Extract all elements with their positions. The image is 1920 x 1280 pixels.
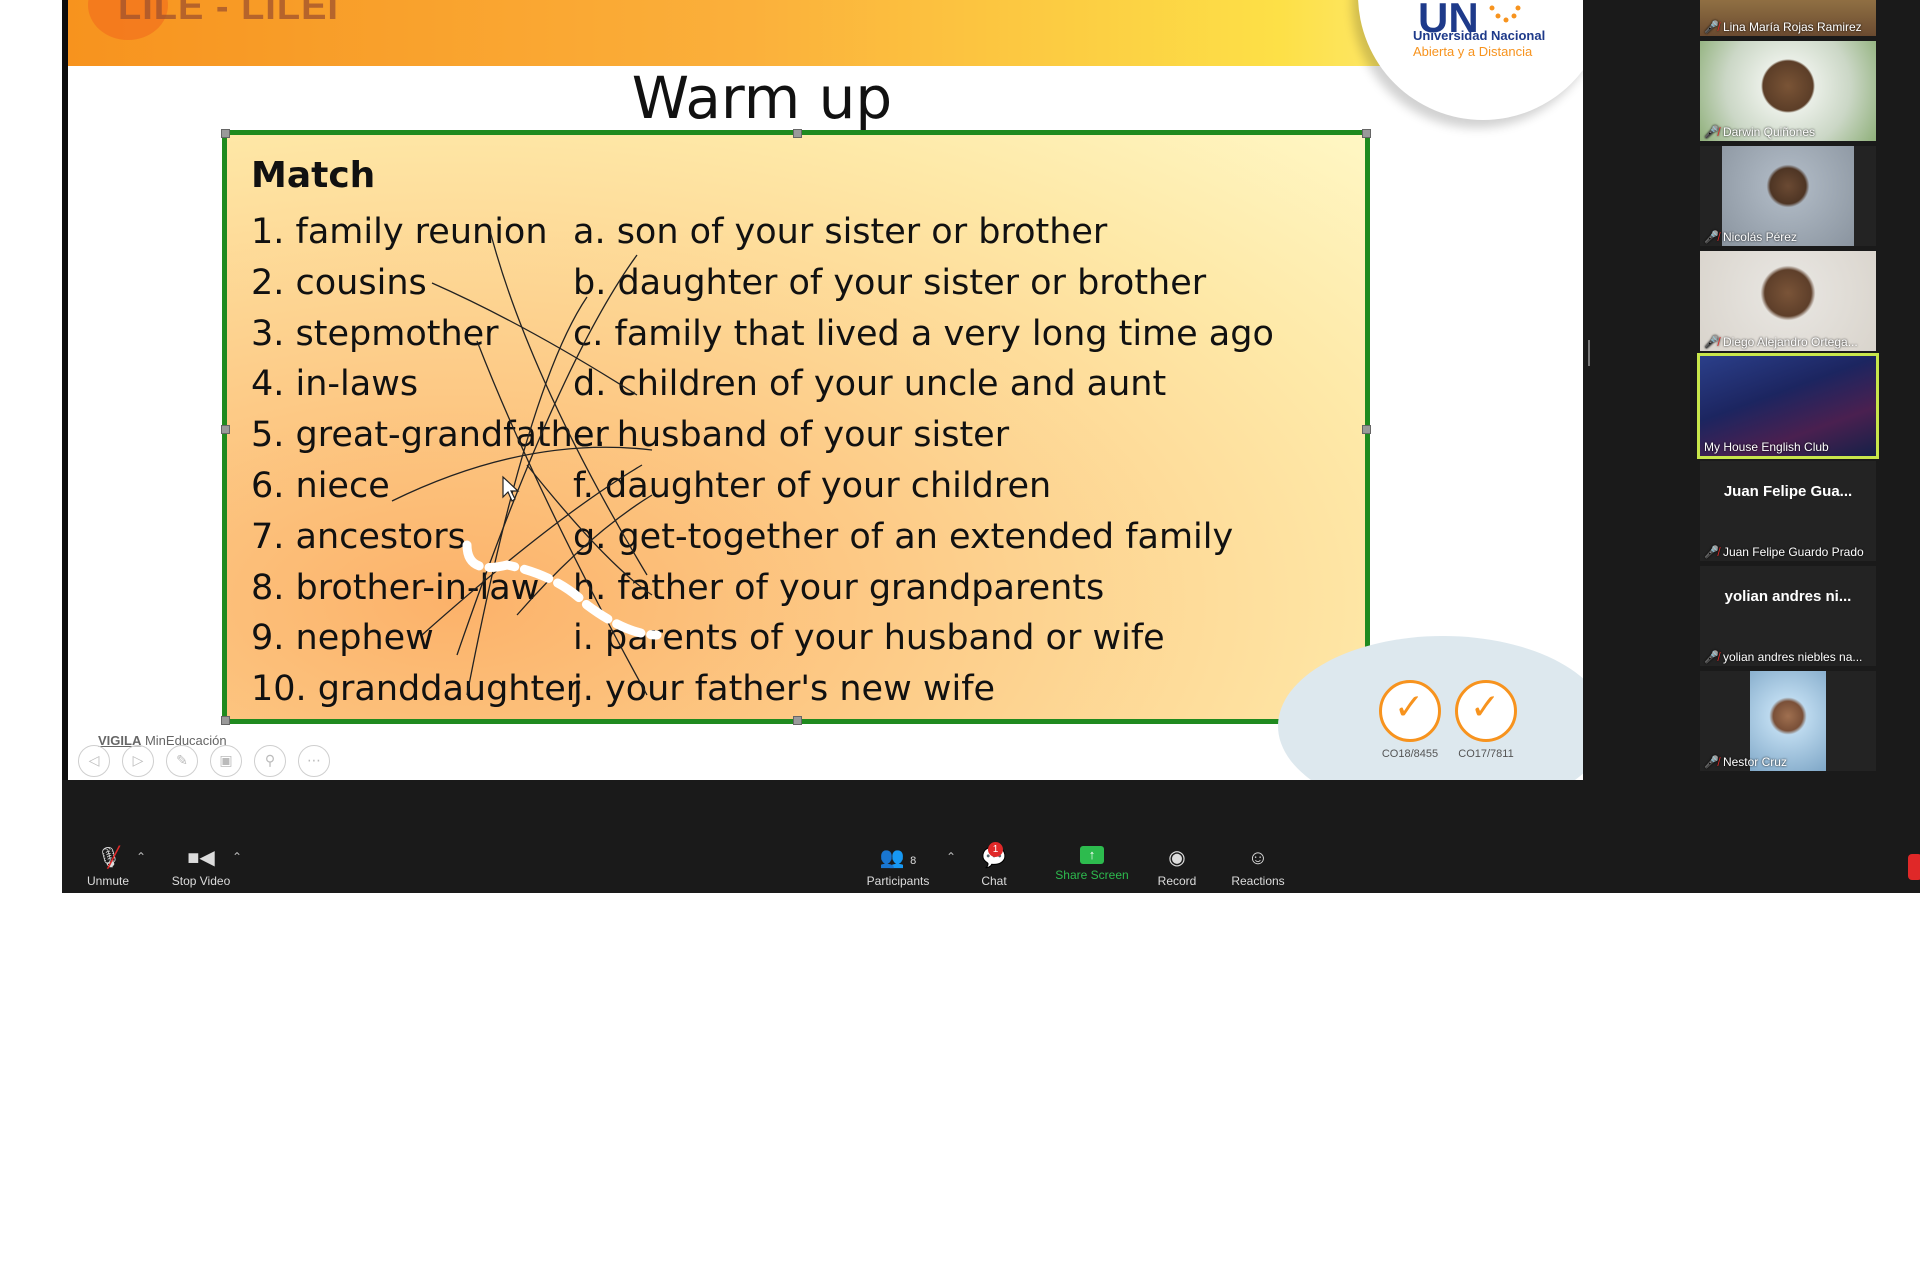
certification-seal-icon: [1455, 680, 1517, 742]
participant-tile[interactable]: 🎤̸ Lina María Rojas Ramirez: [1700, 0, 1876, 36]
active-speaker-tile[interactable]: My House English Club: [1697, 353, 1879, 459]
term-item: 1. family reunion: [251, 212, 548, 252]
definition-item: b. daughter of your sister or brother: [573, 262, 1207, 303]
participant-tile[interactable]: 🎤̸ Darwin Quiñones: [1700, 41, 1876, 141]
smiley-plus-icon: ☺: [1247, 847, 1269, 869]
shared-slide: LILE - LILEI UN Universidad Nacional Abi…: [68, 0, 1583, 780]
term-item: 9. nephew: [251, 618, 434, 659]
match-exercise-box[interactable]: Match 1. family reunion 2. cousins 3. st…: [221, 129, 1371, 725]
participants-count: 8: [910, 855, 917, 867]
record-button[interactable]: ◉ Record: [1154, 846, 1200, 888]
participants-options-caret[interactable]: ⌃: [946, 850, 956, 864]
microphone-muted-icon: 🎤̸: [1704, 20, 1719, 34]
terms-column: 1. family reunion 2. cousins 3. stepmoth…: [251, 207, 609, 715]
university-sun-icon: [1489, 5, 1521, 23]
participant-name: My House English Club: [1704, 440, 1829, 454]
meeting-toolbar: 🎙╱ Unmute ⌃ ■◀ Stop Video ⌃ 👥 8 Particip…: [62, 812, 1920, 893]
participants-button[interactable]: 👥 8 Participants: [862, 846, 934, 888]
university-name: Universidad Nacional: [1413, 28, 1546, 43]
participant-tile[interactable]: yolian andres ni... 🎤̸ yolian andres nieb…: [1700, 566, 1876, 666]
microphone-muted-icon: 🎤̸: [1704, 650, 1719, 664]
definition-item: f. daughter of your children: [573, 465, 1052, 506]
term-item: 4. in-laws: [251, 364, 419, 405]
definitions-column: a. son of your sister or brother b. daug…: [573, 207, 1274, 715]
definition-item: g. get-together of an extended family: [573, 516, 1234, 557]
microphone-muted-icon: 🎤̸: [1704, 545, 1719, 559]
panel-divider[interactable]: [1588, 340, 1590, 366]
participant-display-name: yolian andres ni...: [1724, 588, 1852, 605]
participant-name: Lina María Rojas Ramirez: [1722, 20, 1862, 34]
microphone-muted-icon: 🎤̸: [1704, 335, 1719, 349]
microphone-muted-icon: 🎤̸: [1704, 125, 1719, 139]
next-slide-icon[interactable]: ▷: [122, 745, 154, 777]
banner-title: LILE - LILEI: [118, 0, 339, 28]
term-item: 6. niece: [251, 465, 390, 506]
chat-unread-badge: 1: [988, 842, 1003, 857]
video-options-caret[interactable]: ⌃: [232, 850, 242, 864]
microphone-muted-icon: 🎤̸: [1704, 755, 1719, 769]
share-screen-button[interactable]: ↑ Share Screen: [1054, 846, 1130, 882]
definition-item: e. husband of your sister: [573, 415, 1010, 456]
participant-name: Nestor Cruz: [1722, 755, 1787, 769]
participant-tile[interactable]: 🎤̸ Nicolás Pérez: [1700, 146, 1876, 246]
resize-handle[interactable]: [1362, 425, 1371, 434]
definition-item: d. children of your uncle and aunt: [573, 364, 1167, 405]
resize-handle[interactable]: [221, 129, 230, 138]
participants-icon: 👥: [879, 847, 905, 869]
participant-name: Juan Felipe Guardo Prado: [1722, 545, 1864, 559]
end-meeting-button[interactable]: [1908, 854, 1920, 880]
reactions-button[interactable]: ☺ Reactions: [1228, 846, 1288, 888]
slide-controls: ◁ ▷ ✎ ▣ ⚲ ⋯: [78, 745, 330, 777]
definition-item: i. parents of your husband or wife: [573, 618, 1165, 659]
more-options-icon[interactable]: ⋯: [298, 745, 330, 777]
pen-icon[interactable]: ✎: [166, 745, 198, 777]
certification-seal-icon: [1379, 680, 1441, 742]
resize-handle[interactable]: [793, 129, 802, 138]
participant-name: Diego Alejandro Ortega...: [1722, 335, 1858, 349]
definition-item: c. family that lived a very long time ag…: [573, 313, 1274, 354]
term-item: 10. granddaughter: [251, 669, 581, 710]
participant-tile[interactable]: 🎤̸ Nestor Cruz: [1700, 671, 1876, 771]
video-camera-icon: ■◀: [187, 847, 215, 869]
definition-item: h. father of your grandparents: [573, 567, 1105, 608]
slides-grid-icon[interactable]: ▣: [210, 745, 242, 777]
term-item: 2. cousins: [251, 262, 427, 303]
resize-handle[interactable]: [221, 716, 230, 725]
participant-name: yolian andres niebles na...: [1722, 650, 1863, 664]
unmute-button[interactable]: 🎙╱ Unmute: [80, 846, 136, 888]
zoom-magnifier-icon[interactable]: ⚲: [254, 745, 286, 777]
sgs-certification-2: CO17/7811: [1454, 680, 1518, 760]
participant-tile[interactable]: 🎤̸ Diego Alejandro Ortega...: [1700, 251, 1876, 351]
microphone-muted-icon: 🎤̸: [1704, 230, 1719, 244]
previous-slide-icon[interactable]: ◁: [78, 745, 110, 777]
participant-name: Nicolás Pérez: [1722, 230, 1797, 244]
participant-tile[interactable]: Juan Felipe Gua... 🎤̸ Juan Felipe Guardo …: [1700, 461, 1876, 561]
term-item: 3. stepmother: [251, 313, 499, 354]
resize-handle[interactable]: [793, 716, 802, 725]
university-subtitle: Abierta y a Distancia: [1413, 44, 1533, 59]
microphone-muted-icon: 🎙╱: [96, 847, 122, 869]
stop-video-button[interactable]: ■◀ Stop Video: [166, 846, 236, 888]
term-item: 5. great-grandfather: [251, 415, 609, 456]
sgs-certification-1: CO18/8455: [1378, 680, 1442, 760]
resize-handle[interactable]: [221, 425, 230, 434]
record-icon: ◉: [1168, 847, 1186, 869]
chat-button[interactable]: 💬 1 Chat: [974, 842, 1014, 888]
slide-title: Warm up: [631, 64, 893, 132]
share-screen-arrow-icon: ↑: [1080, 846, 1104, 864]
term-item: 7. ancestors: [251, 516, 466, 557]
match-heading: Match: [251, 155, 376, 196]
participant-name: Darwin Quiñones: [1722, 125, 1815, 139]
participant-display-name: Juan Felipe Gua...: [1723, 483, 1853, 500]
term-item: 8. brother-in-law: [251, 567, 540, 608]
resize-handle[interactable]: [1362, 129, 1371, 138]
definition-item: j. your father's new wife: [573, 669, 996, 710]
definition-item: a. son of your sister or brother: [573, 212, 1108, 252]
audio-options-caret[interactable]: ⌃: [136, 850, 146, 864]
